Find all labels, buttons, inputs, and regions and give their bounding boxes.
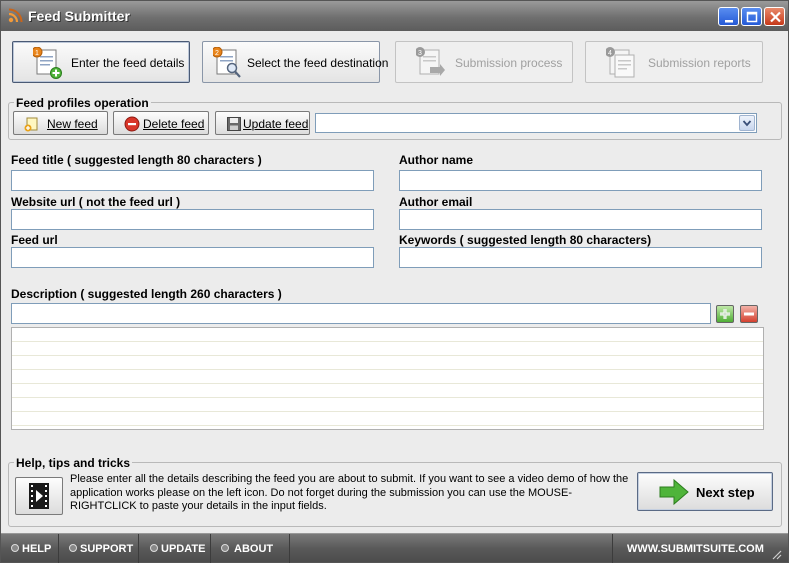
resize-grip-icon[interactable] [771, 549, 782, 560]
footer-help-label: HELP [22, 543, 52, 555]
chevron-down-icon [742, 120, 752, 127]
footer-support-label: SUPPORT [80, 543, 134, 555]
step-submission-reports[interactable]: 4 Submission reports [585, 41, 763, 83]
minus-icon [744, 312, 754, 316]
description-label: Description ( suggested length 260 chara… [11, 287, 282, 301]
minimize-button[interactable] [718, 7, 739, 26]
plus-icon [720, 309, 730, 319]
feed-profile-select[interactable] [315, 113, 757, 133]
wizard-steps: 1 Enter the feed details 2 Select the fe… [1, 31, 788, 93]
footer-site-label: WWW.SUBMITSUITE.COM [627, 543, 764, 555]
author-email-input[interactable] [399, 209, 762, 230]
step-submission-process[interactable]: 3 Submission process [395, 41, 573, 83]
help-title: Help, tips and tricks [14, 456, 133, 470]
step-1-label: Enter the feed details [71, 56, 185, 70]
footer-about-link[interactable]: ABOUT [211, 534, 290, 563]
feed-title-input[interactable] [11, 170, 374, 191]
footer-bullet-icon [11, 544, 19, 552]
step-2-number: 2 [215, 50, 219, 57]
website-url-input[interactable] [11, 209, 374, 230]
step-enter-feed-details[interactable]: 1 Enter the feed details [12, 41, 190, 83]
update-feed-button[interactable]: Update feed [215, 111, 310, 135]
step-3-label: Submission process [455, 56, 563, 70]
author-email-label: Author email [399, 195, 473, 209]
feed-url-label: Feed url [11, 233, 58, 247]
next-step-button[interactable]: Next step [637, 472, 773, 511]
app-rss-icon [8, 8, 23, 23]
new-feed-button[interactable]: New feed [13, 111, 108, 135]
footer-about-label: ABOUT [234, 543, 274, 555]
footer-bullet-icon [69, 544, 77, 552]
maximize-button[interactable] [741, 7, 762, 26]
combo-dropdown-button[interactable] [739, 115, 755, 131]
next-step-label: Next step [696, 485, 755, 500]
step-4-number: 4 [608, 50, 612, 57]
website-url-label: Website url ( not the feed url ) [11, 195, 181, 209]
keywords-input[interactable] [399, 247, 762, 268]
add-description-button[interactable] [716, 305, 734, 323]
film-video-icon [29, 483, 49, 509]
footer-bullet-icon [221, 544, 229, 552]
step-1-number: 1 [35, 50, 39, 57]
new-feed-icon [24, 117, 38, 132]
update-feed-label: Update feed [243, 117, 309, 131]
close-icon [770, 11, 781, 23]
maximize-icon [746, 11, 758, 23]
footer-bar: HELP SUPPORT UPDATE ABOUT WWW.SUBMITSUIT… [1, 533, 788, 563]
description-input[interactable] [11, 303, 711, 324]
close-button[interactable] [764, 7, 785, 26]
green-arrow-right-icon [659, 478, 689, 506]
video-demo-button[interactable] [15, 477, 63, 515]
step-2-label: Select the feed destination [247, 56, 389, 70]
step-4-label: Submission reports [648, 56, 751, 70]
step-1-document-add-icon: 1 [33, 47, 62, 79]
delete-feed-icon [124, 116, 140, 132]
step-select-feed-destination[interactable]: 2 Select the feed destination [202, 41, 388, 83]
help-text: Please enter all the details describing … [70, 473, 629, 512]
feed-profiles-title: Feed profiles operation [14, 96, 151, 110]
feed-url-input[interactable] [11, 247, 374, 268]
title-bar[interactable]: Feed Submitter [1, 1, 788, 31]
main-window: Feed Submitter 1 Enter the feed details [0, 0, 789, 563]
minimize-icon [725, 20, 733, 23]
window-title: Feed Submitter [28, 8, 130, 24]
feed-title-label: Feed title ( suggested length 80 charact… [11, 153, 262, 167]
footer-update-label: UPDATE [161, 543, 206, 555]
author-name-label: Author name [399, 153, 474, 167]
step-4-report-icon: 4 [606, 47, 635, 78]
footer-help-link[interactable]: HELP [1, 534, 59, 563]
delete-feed-label: Delete feed [143, 117, 205, 131]
footer-site-link[interactable]: WWW.SUBMITSUITE.COM [612, 534, 788, 563]
description-list[interactable] [11, 327, 764, 430]
step-3-number: 3 [418, 50, 422, 57]
footer-bullet-icon [150, 544, 158, 552]
author-name-input[interactable] [399, 170, 762, 191]
new-feed-label: New feed [47, 117, 98, 131]
footer-support-link[interactable]: SUPPORT [59, 534, 139, 563]
step-3-submit-arrow-icon: 3 [416, 47, 445, 76]
delete-feed-button[interactable]: Delete feed [113, 111, 209, 135]
remove-description-button[interactable] [740, 305, 758, 323]
keywords-label: Keywords ( suggested length 80 character… [399, 233, 652, 247]
save-disk-icon [227, 117, 241, 131]
footer-update-link[interactable]: UPDATE [139, 534, 211, 563]
step-2-document-search-icon: 2 [213, 47, 241, 78]
